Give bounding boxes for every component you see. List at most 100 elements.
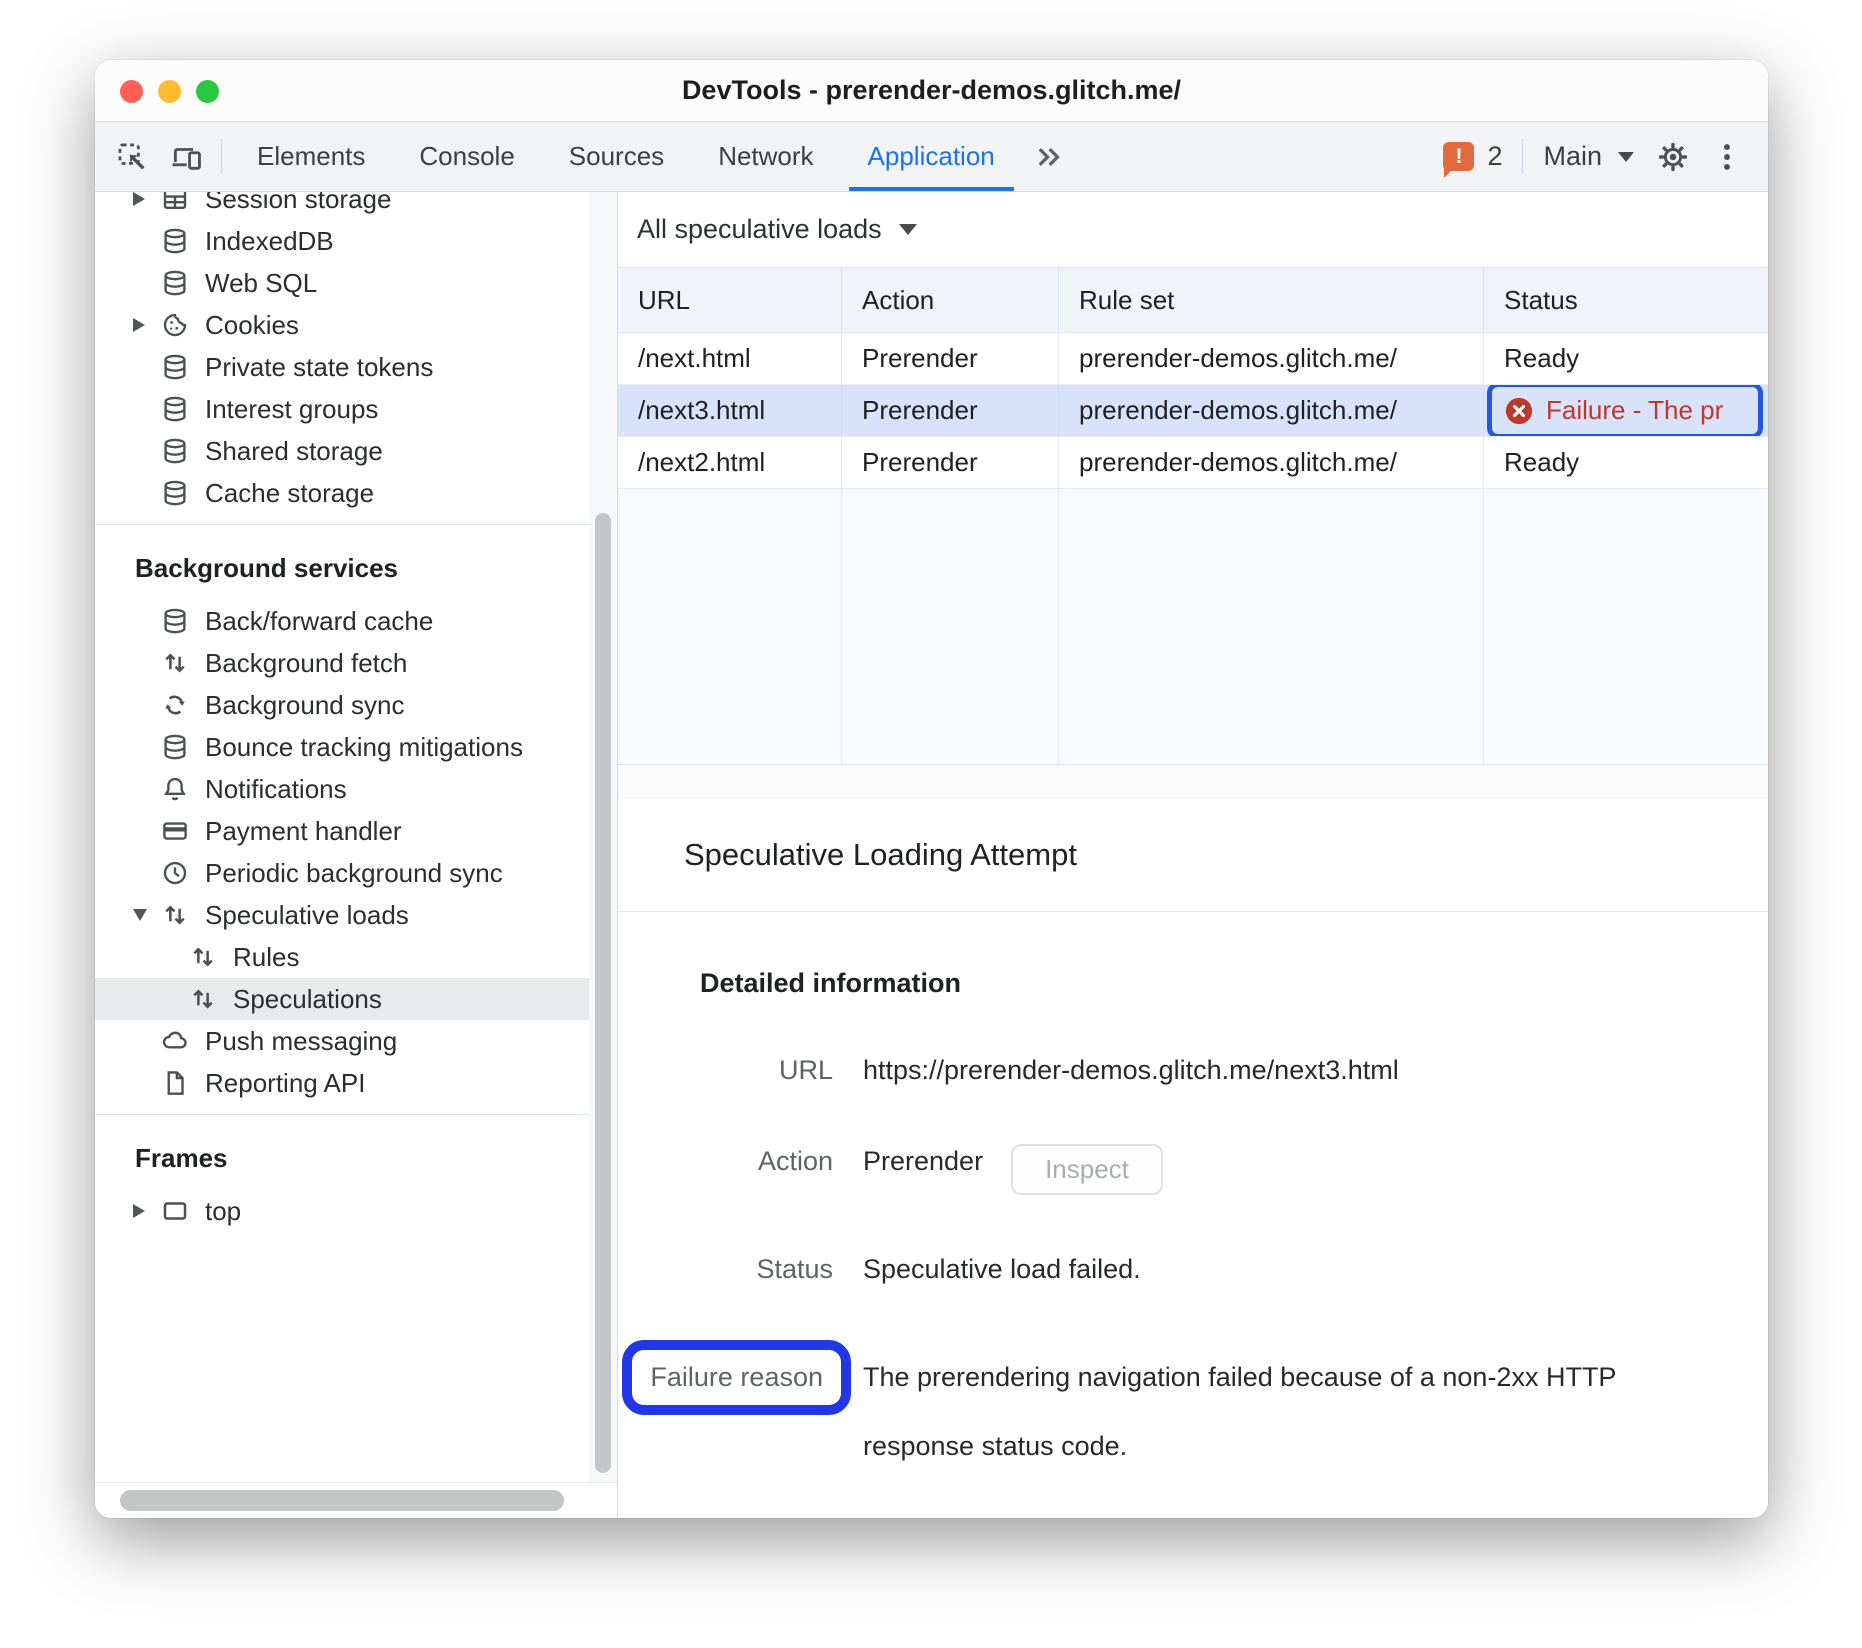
sidebar-item-cookies[interactable]: Cookies: [95, 304, 589, 346]
speculative-loads-filter-dropdown[interactable]: All speculative loads: [637, 214, 917, 245]
sidebar-item-label: Web SQL: [205, 268, 317, 299]
titlebar: DevTools - prerender-demos.glitch.me/: [95, 60, 1768, 122]
issues-badge-icon: !: [1443, 142, 1474, 171]
sidebar-item-label: Push messaging: [205, 1026, 397, 1057]
sidebar-item-background-sync[interactable]: Background sync: [95, 684, 589, 726]
sidebar-item-speculations[interactable]: Speculations: [95, 978, 589, 1020]
disclosure-expanded-icon[interactable]: [133, 909, 159, 921]
sidebar-item-label: Speculative loads: [205, 900, 409, 931]
section-header-frames: Frames: [95, 1115, 589, 1190]
window-controls: [120, 80, 219, 103]
sidebar-item-background-fetch[interactable]: Background fetch: [95, 642, 589, 684]
toolbar-separator: [221, 139, 222, 174]
table-icon: [159, 192, 191, 215]
tab-sources[interactable]: Sources: [542, 122, 691, 191]
sidebar-item-label: IndexedDB: [205, 226, 334, 257]
close-window-button[interactable]: [120, 80, 143, 103]
sidebar-item-session-storage[interactable]: Session storage: [95, 192, 589, 220]
kebab-menu-button[interactable]: [1700, 122, 1754, 191]
sidebar-item-push-messaging[interactable]: Push messaging: [95, 1020, 589, 1062]
sidebar-item-rules[interactable]: Rules: [95, 936, 589, 978]
tab-console[interactable]: Console: [392, 122, 541, 191]
inspect-element-button[interactable]: [105, 122, 159, 191]
sidebar-item-reporting-api[interactable]: Reporting API: [95, 1062, 589, 1104]
sync-icon: [159, 689, 191, 721]
column-header-status[interactable]: Status: [1484, 268, 1768, 332]
error-icon: [1504, 396, 1534, 426]
device-toolbar-icon: [169, 140, 203, 174]
tab-elements[interactable]: Elements: [230, 122, 392, 191]
more-tabs-button[interactable]: [1022, 122, 1076, 191]
gear-icon: [1656, 140, 1690, 174]
sidebar-item-cache-storage[interactable]: Cache storage: [95, 472, 589, 514]
sidebar-item-private-state-tokens[interactable]: Private state tokens: [95, 346, 589, 388]
table-row-next3-html[interactable]: /next3.htmlPrerenderprerender-demos.glit…: [618, 385, 1768, 437]
disclosure-collapsed-icon[interactable]: [133, 1204, 159, 1218]
db-icon: [159, 351, 191, 383]
sidebar-item-label: Cache storage: [205, 478, 374, 509]
sidebar-item-label: Rules: [233, 942, 299, 973]
speculations-panel: All speculative loads URLActionRule setS…: [618, 192, 1768, 1518]
detail-value: PrerenderInspect: [863, 1144, 1163, 1195]
sidebar-item-label: Interest groups: [205, 394, 378, 425]
zoom-window-button[interactable]: [196, 80, 219, 103]
sidebar-item-interest-groups[interactable]: Interest groups: [95, 388, 589, 430]
sidebar-item-bounce-tracking-mitigations[interactable]: Bounce tracking mitigations: [95, 726, 589, 768]
sidebar-vertical-scrollbar[interactable]: [595, 513, 611, 1473]
db-icon: [159, 435, 191, 467]
sidebar-item-label: Speculations: [233, 984, 382, 1015]
tab-network[interactable]: Network: [691, 122, 840, 191]
detail-value: https://prerender-demos.glitch.me/next3.…: [863, 1053, 1399, 1087]
cell-url: /next.html: [618, 333, 842, 384]
chevron-down-icon: [1618, 152, 1634, 162]
sidebar-item-web-sql[interactable]: Web SQL: [95, 262, 589, 304]
devtools-toolbar: ElementsConsoleSourcesNetworkApplication…: [95, 122, 1768, 192]
sidebar-item-label: Periodic background sync: [205, 858, 503, 889]
table-row-next-html[interactable]: /next.htmlPrerenderprerender-demos.glitc…: [618, 333, 1768, 385]
sidebar-item-notifications[interactable]: Notifications: [95, 768, 589, 810]
sidebar-item-top[interactable]: top: [95, 1190, 589, 1232]
column-header-url[interactable]: URL: [618, 268, 842, 332]
sidebar-item-label: Notifications: [205, 774, 347, 805]
application-sidebar: Session storage IndexedDB Web SQL CookiesPr…: [95, 192, 618, 1518]
sidebar-item-payment-handler[interactable]: Payment handler: [95, 810, 589, 852]
disclosure-collapsed-icon[interactable]: [133, 192, 159, 206]
disclosure-collapsed-icon[interactable]: [133, 318, 159, 332]
cell-rule-set: prerender-demos.glitch.me/: [1059, 385, 1484, 436]
detail-title: Speculative Loading Attempt: [684, 837, 1768, 873]
frame-icon: [159, 1195, 191, 1227]
cell-status: Failure - The pr: [1484, 385, 1768, 436]
sidebar-item-label: top: [205, 1196, 241, 1227]
detail-row-failure-reason: Failure reasonThe prerendering navigatio…: [684, 1343, 1768, 1481]
sidebar-item-periodic-background-sync[interactable]: Periodic background sync: [95, 852, 589, 894]
sidebar-item-label: Shared storage: [205, 436, 383, 467]
column-header-action[interactable]: Action: [842, 268, 1059, 332]
speculation-detail-view: Speculative Loading Attempt Detailed inf…: [618, 799, 1768, 1518]
sidebar-item-label: Session storage: [205, 192, 391, 215]
window-title: DevTools - prerender-demos.glitch.me/: [95, 60, 1768, 120]
failure-reason-annotation-ring: Failure reason: [622, 1340, 851, 1415]
issues-counter[interactable]: ! 2: [1431, 122, 1514, 191]
desktop-background: DevTools - prerender-demos.glitch.me/: [0, 0, 1862, 1648]
settings-gear-button[interactable]: [1646, 122, 1700, 191]
sidebar-horizontal-scrollbar[interactable]: [120, 1490, 564, 1511]
minimize-window-button[interactable]: [158, 80, 181, 103]
sidebar-item-indexeddb[interactable]: IndexedDB: [95, 220, 589, 262]
sidebar-item-shared-storage[interactable]: Shared storage: [95, 430, 589, 472]
device-toolbar-button[interactable]: [159, 122, 213, 191]
sidebar-item-back-forward-cache[interactable]: Back/forward cache: [95, 600, 589, 642]
doc-icon: [159, 1067, 191, 1099]
detail-value: The prerendering navigation failed becau…: [863, 1343, 1623, 1481]
detail-row-action: Action PrerenderInspect: [684, 1144, 1768, 1195]
detail-label: Action: [684, 1146, 833, 1177]
inspect-button[interactable]: Inspect: [1011, 1144, 1163, 1195]
detail-row-url: URLhttps://prerender-demos.glitch.me/nex…: [684, 1053, 1768, 1087]
sidebar-item-speculative-loads[interactable]: Speculative loads: [95, 894, 589, 936]
column-header-rule-set[interactable]: Rule set: [1059, 268, 1484, 332]
section-header-background-services: Background services: [95, 525, 589, 600]
target-selector-dropdown[interactable]: Main: [1531, 122, 1646, 191]
db-icon: [159, 477, 191, 509]
cell-status: Ready: [1484, 333, 1768, 384]
tab-application[interactable]: Application: [841, 122, 1022, 191]
table-row-next2-html[interactable]: /next2.htmlPrerenderprerender-demos.glit…: [618, 437, 1768, 489]
